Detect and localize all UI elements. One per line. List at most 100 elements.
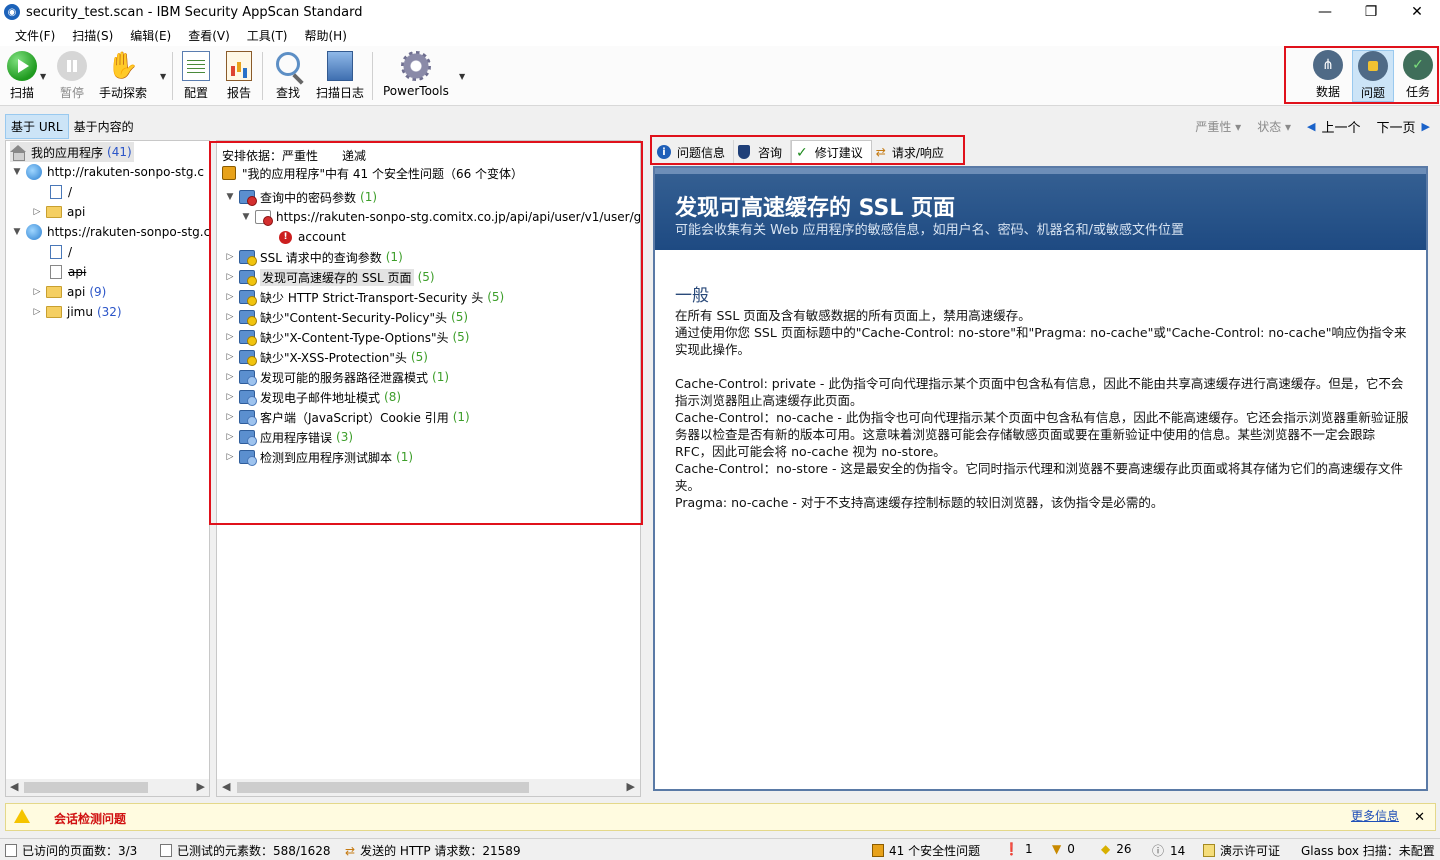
chevron-down-icon[interactable]: ▼	[12, 167, 22, 177]
horizontal-scrollbar[interactable]: ◀ ▶	[217, 779, 640, 796]
chevron-right-icon[interactable]: ▷	[225, 392, 235, 402]
menu-view[interactable]: 查看(V)	[181, 27, 240, 44]
page-icon	[50, 245, 62, 259]
maximize-button[interactable]: ❐	[1348, 0, 1394, 24]
severity-filter[interactable]: 严重性 ▾	[1195, 118, 1241, 135]
tree-item[interactable]: api	[50, 262, 86, 282]
chevron-down-icon[interactable]: ▼	[225, 192, 235, 202]
tab-request-response[interactable]: ⇄ 请求/响应	[872, 140, 952, 164]
manual-explore-button[interactable]: ✋ 手动探索	[99, 50, 147, 101]
chevron-right-icon[interactable]: ▷	[32, 207, 42, 217]
issue-group[interactable]: ▷ 发现可能的服务器路径泄露模式 (1)	[225, 367, 449, 387]
chevron-right-icon[interactable]: ▷	[225, 372, 235, 382]
tab-url-based[interactable]: 基于 URL	[5, 113, 69, 139]
tree-item[interactable]: /	[50, 242, 72, 262]
close-icon[interactable]: ✕	[1414, 810, 1425, 825]
medium-issue-icon	[239, 270, 257, 286]
paragraph: Cache-Control：no-store - 这是最安全的伪指令。它同时指示…	[675, 461, 1403, 493]
sort-order[interactable]: 递减	[342, 147, 366, 164]
tree-item[interactable]: ▼ http://rakuten-sonpo-stg.c	[12, 162, 204, 182]
detail-title: 发现可高速缓存的 SSL 页面	[675, 196, 956, 221]
chevron-right-icon[interactable]: ▷	[225, 272, 235, 282]
issue-group[interactable]: ▷ 缺少"X-Content-Type-Options"头 (5)	[225, 327, 469, 347]
check-icon: ✓	[1403, 50, 1433, 80]
chevron-down-icon[interactable]: ▼	[241, 212, 251, 222]
tasks-view-button[interactable]: ✓ 任务	[1397, 50, 1439, 100]
scroll-left-icon[interactable]: ◀	[10, 780, 18, 793]
check-icon: ✓	[796, 144, 808, 161]
status-high-count[interactable]: ❗ 1	[1004, 842, 1033, 856]
status-license[interactable]: 演示许可证	[1203, 842, 1280, 859]
data-view-button[interactable]: ⋔ 数据	[1307, 50, 1349, 100]
issue-group[interactable]: ▷ 检测到应用程序测试脚本 (1)	[225, 447, 413, 467]
tree-item[interactable]: ▷ api	[32, 202, 86, 222]
chevron-right-icon[interactable]: ▷	[225, 292, 235, 302]
find-button[interactable]: 查找	[272, 50, 304, 101]
tab-fix-recommendation[interactable]: ✓ 修订建议	[791, 140, 872, 164]
issue-group[interactable]: ▷ 发现电子邮件地址模式 (8)	[225, 387, 401, 407]
pause-button[interactable]: 暂停	[56, 50, 88, 101]
issue-group[interactable]: ▷ 缺少"X-XSS-Protection"头 (5)	[225, 347, 428, 367]
close-button[interactable]: ✕	[1394, 0, 1440, 24]
menu-tools[interactable]: 工具(T)	[240, 27, 298, 44]
issue-group[interactable]: ▷ 客户端（JavaScript）Cookie 引用 (1)	[225, 407, 470, 427]
chevron-right-icon[interactable]: ▷	[225, 412, 235, 422]
issue-group-selected[interactable]: ▷ 发现可高速缓存的 SSL 页面 (5)	[225, 267, 435, 287]
scrollbar-thumb[interactable]	[237, 782, 529, 793]
issue-group[interactable]: ▷ 缺少 HTTP Strict-Transport-Security 头 (5…	[225, 287, 504, 307]
chevron-down-icon[interactable]: ▼	[12, 227, 22, 237]
menu-scan[interactable]: 扫描(S)	[65, 27, 123, 44]
powertools-button[interactable]: PowerTools	[383, 50, 449, 98]
scan-log-button[interactable]: 扫描日志	[316, 50, 364, 101]
scrollbar-thumb[interactable]	[24, 782, 148, 793]
scroll-right-icon[interactable]: ▶	[627, 780, 635, 793]
menu-edit[interactable]: 编辑(E)	[123, 27, 181, 44]
chevron-right-icon[interactable]: ▷	[32, 287, 42, 297]
report-button[interactable]: 报告	[223, 50, 255, 101]
status-filter[interactable]: 状态 ▾	[1257, 118, 1291, 135]
issue-url-item[interactable]: ▼ https://rakuten-sonpo-stg.comitx.co.jp…	[241, 207, 640, 227]
tree-item[interactable]: /	[50, 182, 72, 202]
next-arrow-icon[interactable]: ▶	[1422, 120, 1430, 133]
prev-button[interactable]: 上一个	[1322, 117, 1361, 136]
issue-group[interactable]: ▷ 应用程序错误 (3)	[225, 427, 353, 447]
powertools-dropdown-icon[interactable]: ▼	[459, 72, 465, 81]
menu-file[interactable]: 文件(F)	[8, 27, 65, 44]
prev-arrow-icon[interactable]: ◀	[1307, 120, 1315, 133]
scan-dropdown-icon[interactable]: ▼	[40, 72, 46, 81]
tree-root[interactable]: 我的应用程序 (41)	[10, 142, 134, 162]
tab-advisory[interactable]: 咨询	[734, 140, 792, 164]
chevron-right-icon[interactable]: ▷	[225, 312, 235, 322]
status-low-count[interactable]: ◆ 26	[1101, 842, 1132, 856]
tree-item[interactable]: ▷ jimu (32)	[32, 302, 122, 322]
horizontal-scrollbar[interactable]: ◀ ▶	[6, 779, 209, 796]
chevron-right-icon[interactable]: ▷	[225, 352, 235, 362]
chevron-right-icon[interactable]: ▷	[225, 332, 235, 342]
explore-dropdown-icon[interactable]: ▼	[160, 72, 166, 81]
config-button[interactable]: 配置	[180, 50, 212, 101]
menu-help[interactable]: 帮助(H)	[298, 27, 357, 44]
issue-param-item[interactable]: ! account	[279, 227, 346, 247]
issue-group[interactable]: ▷ 缺少"Content-Security-Policy"头 (5)	[225, 307, 468, 327]
sort-label[interactable]: 安排依据：严重性	[222, 147, 318, 164]
warning-text: 会话检测问题	[54, 812, 127, 826]
scroll-right-icon[interactable]: ▶	[197, 780, 205, 793]
status-medium-count[interactable]: ▼ 0	[1052, 842, 1075, 856]
chevron-right-icon[interactable]: ▷	[32, 307, 42, 317]
tab-content-based[interactable]: 基于内容的	[69, 115, 139, 138]
issue-group[interactable]: ▷ SSL 请求中的查询参数 (1)	[225, 247, 403, 267]
scroll-left-icon[interactable]: ◀	[222, 780, 230, 793]
issue-group[interactable]: ▼ 查询中的密码参数 (1)	[225, 187, 377, 207]
chevron-right-icon[interactable]: ▷	[225, 432, 235, 442]
scan-button[interactable]: 扫描	[6, 50, 38, 101]
status-info-count[interactable]: ⓘ 14	[1152, 842, 1185, 859]
chevron-right-icon[interactable]: ▷	[225, 252, 235, 262]
issues-view-button[interactable]: 问题	[1352, 50, 1394, 102]
tree-item[interactable]: ▼ https://rakuten-sonpo-stg.c	[12, 222, 209, 242]
more-info-link[interactable]: 更多信息	[1351, 807, 1399, 824]
next-button[interactable]: 下一页	[1377, 117, 1416, 136]
minimize-button[interactable]: —	[1302, 0, 1348, 24]
tree-item[interactable]: ▷ api (9)	[32, 282, 107, 302]
tab-issue-info[interactable]: i 问题信息	[653, 140, 735, 164]
chevron-right-icon[interactable]: ▷	[225, 452, 235, 462]
